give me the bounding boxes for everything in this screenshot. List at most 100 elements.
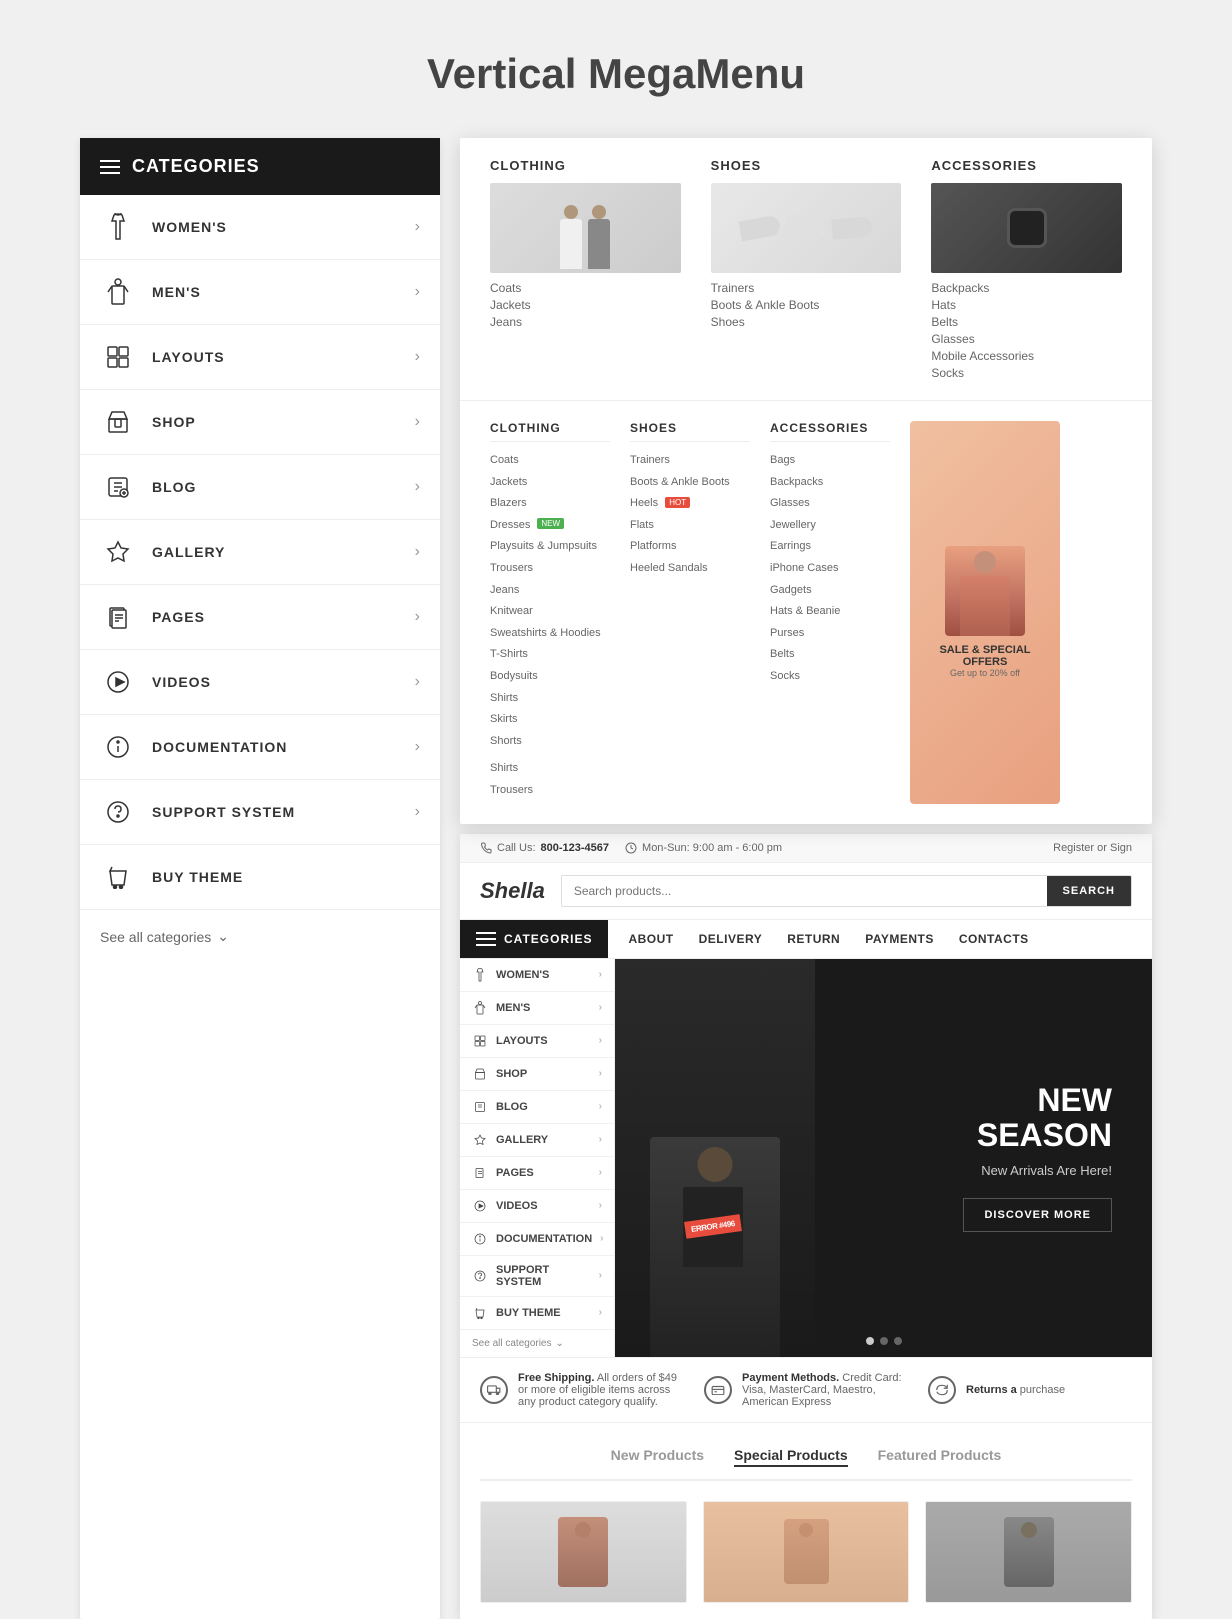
mega-top-shoes-links: Trainers Boots & Ankle Boots Shoes <box>711 281 902 329</box>
det-clothing-knitwear[interactable]: Knitwear <box>490 603 610 621</box>
sidebar-item-womens[interactable]: WOMEN'S › <box>80 195 440 260</box>
det-shoes-platforms[interactable]: Platforms <box>630 538 750 556</box>
det-shoes-heeled-sandals[interactable]: Heeled Sandals <box>630 560 750 578</box>
det-shoes-flats[interactable]: Flats <box>630 517 750 535</box>
nav-item-delivery[interactable]: DELIVERY <box>689 920 773 958</box>
sidebar-item-buy[interactable]: BUY THEME <box>80 845 440 910</box>
sidebar-item-documentation[interactable]: DOCUMENTATION › <box>80 715 440 780</box>
search-button[interactable]: SEARCH <box>1047 876 1131 906</box>
nav-categories-btn[interactable]: CATEGORIES <box>460 920 608 958</box>
mini-sidebar-gallery[interactable]: GALLERY › <box>460 1124 614 1157</box>
videos-icon <box>100 664 136 700</box>
sidebar-item-support[interactable]: SUPPORT SYSTEM › <box>80 780 440 845</box>
sidebar-item-mens[interactable]: MEN'S › <box>80 260 440 325</box>
mega-menu-popup: CLOTHING <box>460 138 1152 824</box>
det-clothing-jeans[interactable]: Jeans <box>490 582 610 600</box>
det-clothing-coats[interactable]: Coats <box>490 452 610 470</box>
mini-sidebar-documentation[interactable]: DOCUMENTATION › <box>460 1223 614 1256</box>
shoes-link-trainers[interactable]: Trainers <box>711 281 902 295</box>
det-clothing-shirts[interactable]: Shirts <box>490 690 610 708</box>
det-acc-belts[interactable]: Belts <box>770 646 890 664</box>
det-clothing-sweatshirts[interactable]: Sweatshirts & Hoodies <box>490 625 610 643</box>
det-clothing-playsuits[interactable]: Playsuits & Jumpsuits <box>490 538 610 556</box>
hero-dot-2[interactable] <box>880 1337 888 1345</box>
det-acc-jewellery[interactable]: Jewellery <box>770 517 890 535</box>
det-acc-gadgets[interactable]: Gadgets <box>770 582 890 600</box>
shoes-link-shoes[interactable]: Shoes <box>711 315 902 329</box>
shoes-link-boots[interactable]: Boots & Ankle Boots <box>711 298 902 312</box>
sidebar-item-label-layouts: LAYOUTS <box>152 349 415 365</box>
det-acc-iphone[interactable]: iPhone Cases <box>770 560 890 578</box>
right-content: CLOTHING <box>460 138 1152 1619</box>
mini-sidebar-womens[interactable]: WOMEN'S › <box>460 959 614 992</box>
mini-sidebar-blog[interactable]: BLOG › <box>460 1091 614 1124</box>
sidebar-item-videos[interactable]: VIDEOS › <box>80 650 440 715</box>
det-acc-glasses[interactable]: Glasses <box>770 495 890 513</box>
discover-more-button[interactable]: DISCOVER MORE <box>963 1198 1112 1232</box>
acc-link-socks[interactable]: Socks <box>931 366 1122 380</box>
det-clothing-shirts-bottom[interactable]: Shirts <box>490 760 610 778</box>
gallery-icon <box>100 534 136 570</box>
det-clothing-bodysuits[interactable]: Bodysuits <box>490 668 610 686</box>
mini-arrow-mens: › <box>599 1002 602 1013</box>
hero-model-head <box>698 1147 733 1182</box>
sidebar-item-shop[interactable]: SHOP › <box>80 390 440 455</box>
det-acc-earrings[interactable]: Earrings <box>770 538 890 556</box>
mini-sidebar-videos[interactable]: VIDEOS › <box>460 1190 614 1223</box>
mega-top-accessories: ACCESSORIES Backpacks Hats Belts Glasses… <box>931 158 1122 380</box>
mini-documentation-icon <box>472 1231 488 1247</box>
mini-sidebar-pages[interactable]: PAGES › <box>460 1157 614 1190</box>
hero-title: NEWSEASON <box>963 1083 1112 1153</box>
sidebar-item-pages[interactable]: PAGES › <box>80 585 440 650</box>
det-shoes-trainers[interactable]: Trainers <box>630 452 750 470</box>
hero-dot-1[interactable] <box>866 1337 874 1345</box>
det-shoes-boots[interactable]: Boots & Ankle Boots <box>630 474 750 492</box>
clothing-link-jackets[interactable]: Jackets <box>490 298 681 312</box>
mini-sidebar-buy[interactable]: BUY THEME › <box>460 1297 614 1330</box>
topbar-left: Call Us: 800-123-4567 Mon-Sun: 9:00 am -… <box>480 842 782 854</box>
see-all-categories[interactable]: See all categories ⌄ <box>80 910 440 963</box>
det-clothing-trousers[interactable]: Trousers <box>490 560 610 578</box>
sidebar-item-gallery[interactable]: GALLERY › <box>80 520 440 585</box>
clothing-link-jeans[interactable]: Jeans <box>490 315 681 329</box>
nav-item-about[interactable]: ABOUT <box>618 920 683 958</box>
product-card-1-img <box>481 1502 686 1602</box>
acc-link-belts[interactable]: Belts <box>931 315 1122 329</box>
acc-link-glasses[interactable]: Glasses <box>931 332 1122 346</box>
feature-shipping: Free Shipping. All orders of $49 or more… <box>480 1372 684 1408</box>
mini-sidebar-shop[interactable]: SHOP › <box>460 1058 614 1091</box>
det-clothing-blazers[interactable]: Blazers <box>490 495 610 513</box>
nav-item-payments[interactable]: PAYMENTS <box>855 920 944 958</box>
mega-col-clothing-bottom: Shirts Trousers <box>490 760 610 799</box>
det-acc-hats[interactable]: Hats & Beanie <box>770 603 890 621</box>
det-acc-bags[interactable]: Bags <box>770 452 890 470</box>
mini-sidebar-mens[interactable]: MEN'S › <box>460 992 614 1025</box>
det-clothing-tshirts[interactable]: T-Shirts <box>490 646 610 664</box>
mini-label-mens: MEN'S <box>496 1002 530 1014</box>
nav-item-contacts[interactable]: CONTACTS <box>949 920 1039 958</box>
acc-link-hats[interactable]: Hats <box>931 298 1122 312</box>
nav-item-return[interactable]: RETURN <box>777 920 850 958</box>
product-card-3-img <box>926 1502 1131 1602</box>
sidebar-item-blog[interactable]: BLOG › <box>80 455 440 520</box>
mega-top-accessories-title: ACCESSORIES <box>931 158 1122 173</box>
det-clothing-jackets[interactable]: Jackets <box>490 474 610 492</box>
det-acc-purses[interactable]: Purses <box>770 625 890 643</box>
sale-banner[interactable]: SALE & SPECIAL OFFERS Get up to 20% off <box>910 421 1060 804</box>
det-clothing-dresses[interactable]: Dresses NEW <box>490 517 610 535</box>
det-acc-socks[interactable]: Socks <box>770 668 890 686</box>
clothing-link-coats[interactable]: Coats <box>490 281 681 295</box>
acc-link-mobile[interactable]: Mobile Accessories <box>931 349 1122 363</box>
det-clothing-skirts[interactable]: Skirts <box>490 711 610 729</box>
acc-link-backpacks[interactable]: Backpacks <box>931 281 1122 295</box>
hero-dot-3[interactable] <box>894 1337 902 1345</box>
det-clothing-shorts[interactable]: Shorts <box>490 733 610 751</box>
mini-sidebar-layouts[interactable]: LAYOUTS › <box>460 1025 614 1058</box>
det-acc-backpacks[interactable]: Backpacks <box>770 474 890 492</box>
det-clothing-trousers-bottom[interactable]: Trousers <box>490 782 610 800</box>
det-shoes-heels[interactable]: Heels HOT <box>630 495 750 513</box>
mini-see-all[interactable]: See all categories ⌄ <box>460 1330 614 1357</box>
search-input[interactable] <box>562 876 1047 906</box>
mini-sidebar-support[interactable]: SUPPORT SYSTEM › <box>460 1256 614 1297</box>
sidebar-item-layouts[interactable]: LAYOUTS › <box>80 325 440 390</box>
